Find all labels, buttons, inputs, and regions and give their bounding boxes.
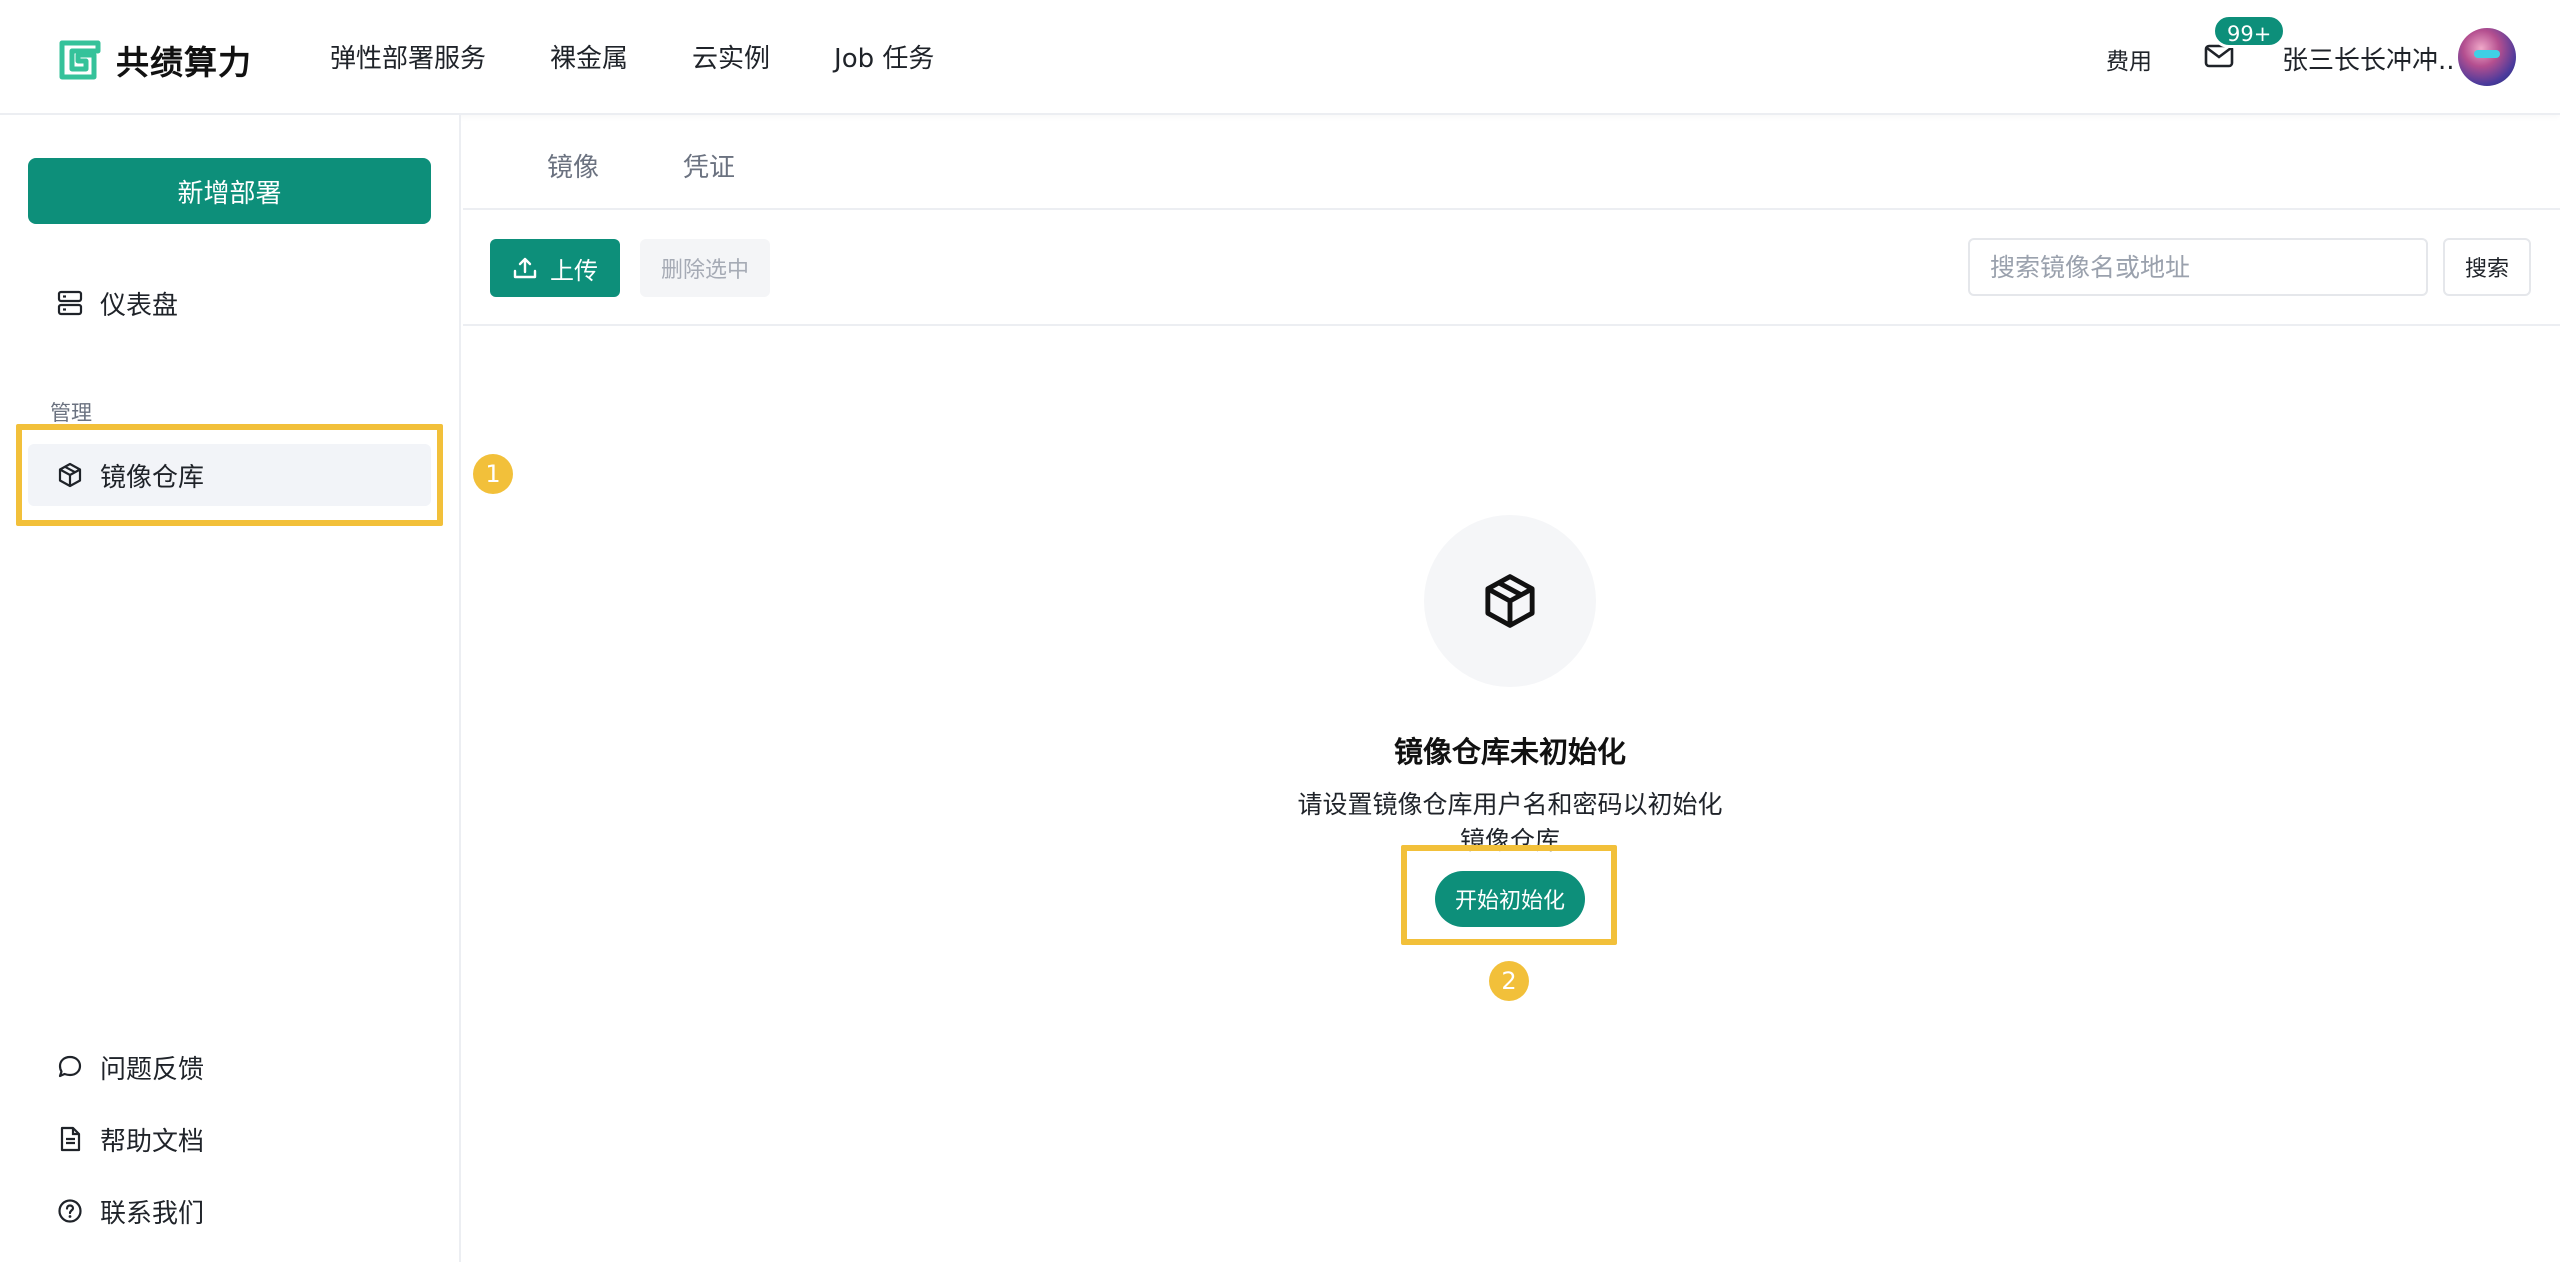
nav-job-task[interactable]: Job 任务: [834, 38, 934, 75]
help-circle-icon: [58, 1199, 82, 1223]
toolbar: 上传 删除选中 搜索: [463, 210, 2560, 326]
tab-images[interactable]: 镜像: [547, 147, 599, 184]
tab-credentials[interactable]: 凭证: [683, 147, 735, 184]
sidebar-item-label: 问题反馈: [100, 1054, 205, 1085]
nav-elastic-deploy[interactable]: 弹性部署服务: [330, 38, 486, 75]
username[interactable]: 张三长长冲冲..: [2282, 40, 2455, 77]
chat-bubble-icon: [58, 1055, 82, 1078]
top-bar: 共绩算力 弹性部署服务 裸金属 云实例 Job 任务 费用 99+ 张三长长冲冲…: [0, 0, 2560, 115]
sidebar-item-feedback[interactable]: 问题反馈: [28, 1036, 431, 1098]
fee-link[interactable]: 费用: [2106, 42, 2152, 76]
step-marker-2: 2: [1489, 961, 1529, 1001]
section-label-manage: 管理: [50, 401, 92, 425]
empty-state-title: 镜像仓库未初始化: [1393, 735, 1626, 769]
sidebar-item-label: 联系我们: [100, 1198, 205, 1229]
delete-selected-button[interactable]: 删除选中: [640, 239, 770, 297]
upload-icon: [513, 257, 537, 279]
nav-bare-metal[interactable]: 裸金属: [550, 38, 628, 75]
server-icon: [57, 290, 83, 316]
sidebar: 新增部署 仪表盘 管理 镜像仓库 问题反馈 帮助文档 联系我们: [0, 115, 461, 1262]
step-marker-1: 1: [473, 454, 513, 494]
sidebar-item-label: 帮助文档: [100, 1126, 205, 1157]
avatar[interactable]: [2458, 28, 2516, 86]
nav-cloud-instance[interactable]: 云实例: [692, 38, 770, 75]
mail-badge: 99+: [2212, 14, 2287, 48]
empty-state: 镜像仓库未初始化 请设置镜像仓库用户名和密码以初始化镜像仓库: [1220, 515, 1800, 859]
logo-icon: [59, 40, 101, 80]
sidebar-item-help[interactable]: 帮助文档: [28, 1108, 431, 1170]
brand-name: 共绩算力: [116, 43, 252, 82]
empty-state-icon-circle: [1424, 515, 1596, 687]
top-nav: 弹性部署服务 裸金属 云实例 Job 任务: [330, 38, 934, 75]
search-button[interactable]: 搜索: [2443, 238, 2531, 296]
highlight-box-1: [16, 424, 443, 526]
tab-bar: 镜像 凭证: [463, 115, 2560, 210]
new-deploy-button[interactable]: 新增部署: [28, 158, 431, 224]
sidebar-item-contact[interactable]: 联系我们: [28, 1180, 431, 1242]
document-icon: [60, 1126, 81, 1152]
search-input[interactable]: [1968, 238, 2428, 296]
upload-label: 上传: [550, 257, 598, 285]
package-icon: [1485, 574, 1535, 628]
logo[interactable]: 共绩算力: [58, 36, 252, 84]
upload-button[interactable]: 上传: [490, 239, 620, 297]
sidebar-item-label: 仪表盘: [100, 290, 179, 321]
sidebar-item-dashboard[interactable]: 仪表盘: [28, 272, 431, 334]
start-init-button[interactable]: 开始初始化: [1435, 871, 1585, 927]
